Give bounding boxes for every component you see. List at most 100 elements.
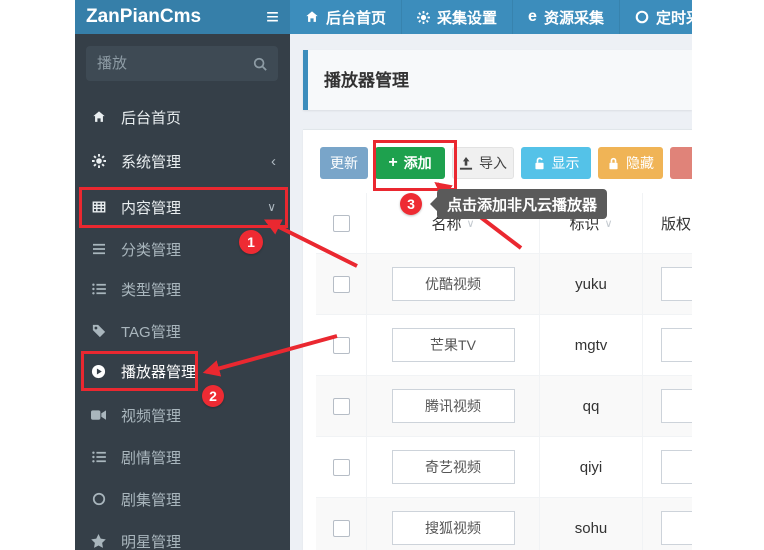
copyright-input[interactable] — [661, 389, 692, 423]
gear-icon — [417, 11, 430, 24]
page-title: 播放器管理 — [324, 66, 692, 91]
row-checkbox[interactable] — [333, 276, 350, 293]
column-header-copyright: 版权 — [661, 213, 691, 234]
select-all-checkbox[interactable] — [333, 215, 350, 232]
copyright-input[interactable] — [661, 511, 692, 545]
search-icon[interactable] — [253, 57, 267, 71]
sidebar-item-label: 视频管理 — [121, 405, 181, 426]
row-checkbox[interactable] — [333, 459, 350, 476]
star-icon — [89, 534, 108, 548]
step-badge-3: 3 — [400, 193, 422, 215]
refresh-button-label: 更新 — [330, 153, 358, 173]
copyright-input[interactable] — [661, 328, 692, 362]
content-icon — [89, 200, 108, 214]
nav-item-resource-collect[interactable]: e 资源采集 — [513, 0, 620, 34]
table-row: qiyi — [316, 437, 692, 498]
sidebar-toggle-hamburger-icon[interactable]: ≡ — [266, 7, 279, 27]
player-code: qiyi — [580, 459, 603, 476]
import-button-label: 导入 — [479, 153, 507, 173]
player-code: yuku — [575, 276, 607, 293]
bars-icon — [89, 243, 108, 255]
sort-icon[interactable]: ∨ — [604, 217, 612, 230]
toolbar: 更新 + 添加 导入 — [320, 147, 692, 179]
sidebar-item-label: 播放器管理 — [121, 361, 196, 382]
app-logo-bar: ZanPianCms ≡ — [75, 0, 290, 34]
tooltip: 点击添加非凡云播放器 — [437, 189, 607, 219]
play-circle-icon — [89, 364, 108, 379]
chevron-left-icon: ‹ — [271, 153, 276, 170]
add-button[interactable]: + 添加 — [375, 147, 445, 179]
home-icon — [89, 110, 108, 124]
tooltip-arrow — [430, 197, 437, 211]
list-icon — [89, 283, 108, 295]
player-name-input[interactable] — [392, 511, 515, 545]
plus-icon: + — [388, 156, 397, 170]
sidebar-item-label: TAG管理 — [121, 321, 181, 342]
add-button-label: 添加 — [404, 153, 432, 173]
content-area: 播放器管理 更新 + 添加 导入 — [290, 34, 692, 550]
nav-item-label: 采集设置 — [437, 7, 497, 28]
refresh-button[interactable]: 更新 — [320, 147, 368, 179]
gears-icon — [89, 154, 108, 168]
row-checkbox[interactable] — [333, 398, 350, 415]
table-row: sohu — [316, 498, 692, 550]
upload-icon — [459, 157, 473, 170]
sidebar-item-content[interactable]: 内容管理 ∨ — [75, 186, 290, 228]
table-row: mgtv — [316, 315, 692, 376]
player-table: 名称 ∨ 标识 ∨ 版权 yuku — [316, 193, 692, 550]
player-code: sohu — [575, 520, 608, 537]
step-badge-1: 1 — [239, 230, 263, 254]
sidebar-item-video[interactable]: 视频管理 — [75, 394, 290, 436]
sidebar-item-label: 剧集管理 — [121, 489, 181, 510]
nav-item-dashboard[interactable]: 后台首页 — [290, 0, 402, 34]
nav-item-timed-collect[interactable]: 定时采集 — [620, 0, 692, 34]
top-navigation: 后台首页 采集设置 e 资源采集 定时采集 — [290, 0, 692, 34]
sidebar-item-plot[interactable]: 剧情管理 — [75, 436, 290, 478]
row-checkbox[interactable] — [333, 337, 350, 354]
list-icon — [89, 451, 108, 463]
home-icon — [305, 10, 319, 24]
sidebar-item-label: 系统管理 — [121, 151, 181, 172]
unlock-icon — [533, 157, 546, 170]
player-name-input[interactable] — [392, 267, 515, 301]
nav-item-label: 资源采集 — [544, 7, 604, 28]
sidebar-item-system[interactable]: 系统管理 ‹ — [75, 140, 290, 182]
app-logo-text: ZanPianCms — [86, 6, 201, 28]
nav-item-collect-settings[interactable]: 采集设置 — [402, 0, 513, 34]
player-name-input[interactable] — [392, 450, 515, 484]
sidebar-item-episode[interactable]: 剧集管理 — [75, 478, 290, 520]
player-name-input[interactable] — [392, 328, 515, 362]
player-code: qq — [583, 398, 600, 415]
show-button[interactable]: 显示 — [521, 147, 591, 179]
sidebar-item-tag[interactable]: TAG管理 — [75, 310, 290, 352]
sidebar-item-dashboard[interactable]: 后台首页 — [75, 96, 290, 138]
sidebar-item-label: 内容管理 — [121, 197, 181, 218]
video-camera-icon — [89, 409, 108, 421]
sidebar-item-label: 明星管理 — [121, 531, 181, 550]
circle-icon — [89, 492, 108, 506]
sidebar-item-label: 分类管理 — [121, 239, 181, 260]
copyright-input[interactable] — [661, 267, 692, 301]
show-button-label: 显示 — [552, 153, 580, 173]
step-badge-2: 2 — [202, 385, 224, 407]
table-row: yuku — [316, 254, 692, 315]
sidebar-item-player[interactable]: 播放器管理 — [75, 350, 290, 392]
delete-button[interactable] — [670, 147, 692, 179]
copyright-input[interactable] — [661, 450, 692, 484]
row-checkbox[interactable] — [333, 520, 350, 537]
sidebar-search-box — [86, 46, 278, 81]
sidebar-item-star[interactable]: 明星管理 — [75, 520, 290, 550]
sidebar-item-type[interactable]: 类型管理 — [75, 268, 290, 310]
resource-e-icon: e — [528, 8, 537, 26]
sidebar-search-input[interactable] — [97, 55, 253, 72]
screenshot-root: ZanPianCms ≡ 后台首页 采集设置 e 资源采集 — [0, 0, 764, 550]
nav-item-label: 后台首页 — [326, 7, 386, 28]
table-row: qq — [316, 376, 692, 437]
clock-icon — [635, 10, 649, 24]
lock-icon — [607, 157, 620, 170]
sidebar-item-label: 剧情管理 — [121, 447, 181, 468]
import-button[interactable]: 导入 — [452, 147, 514, 179]
hide-button[interactable]: 隐藏 — [598, 147, 663, 179]
admin-app-window: ZanPianCms ≡ 后台首页 采集设置 e 资源采集 — [75, 0, 692, 550]
player-name-input[interactable] — [392, 389, 515, 423]
